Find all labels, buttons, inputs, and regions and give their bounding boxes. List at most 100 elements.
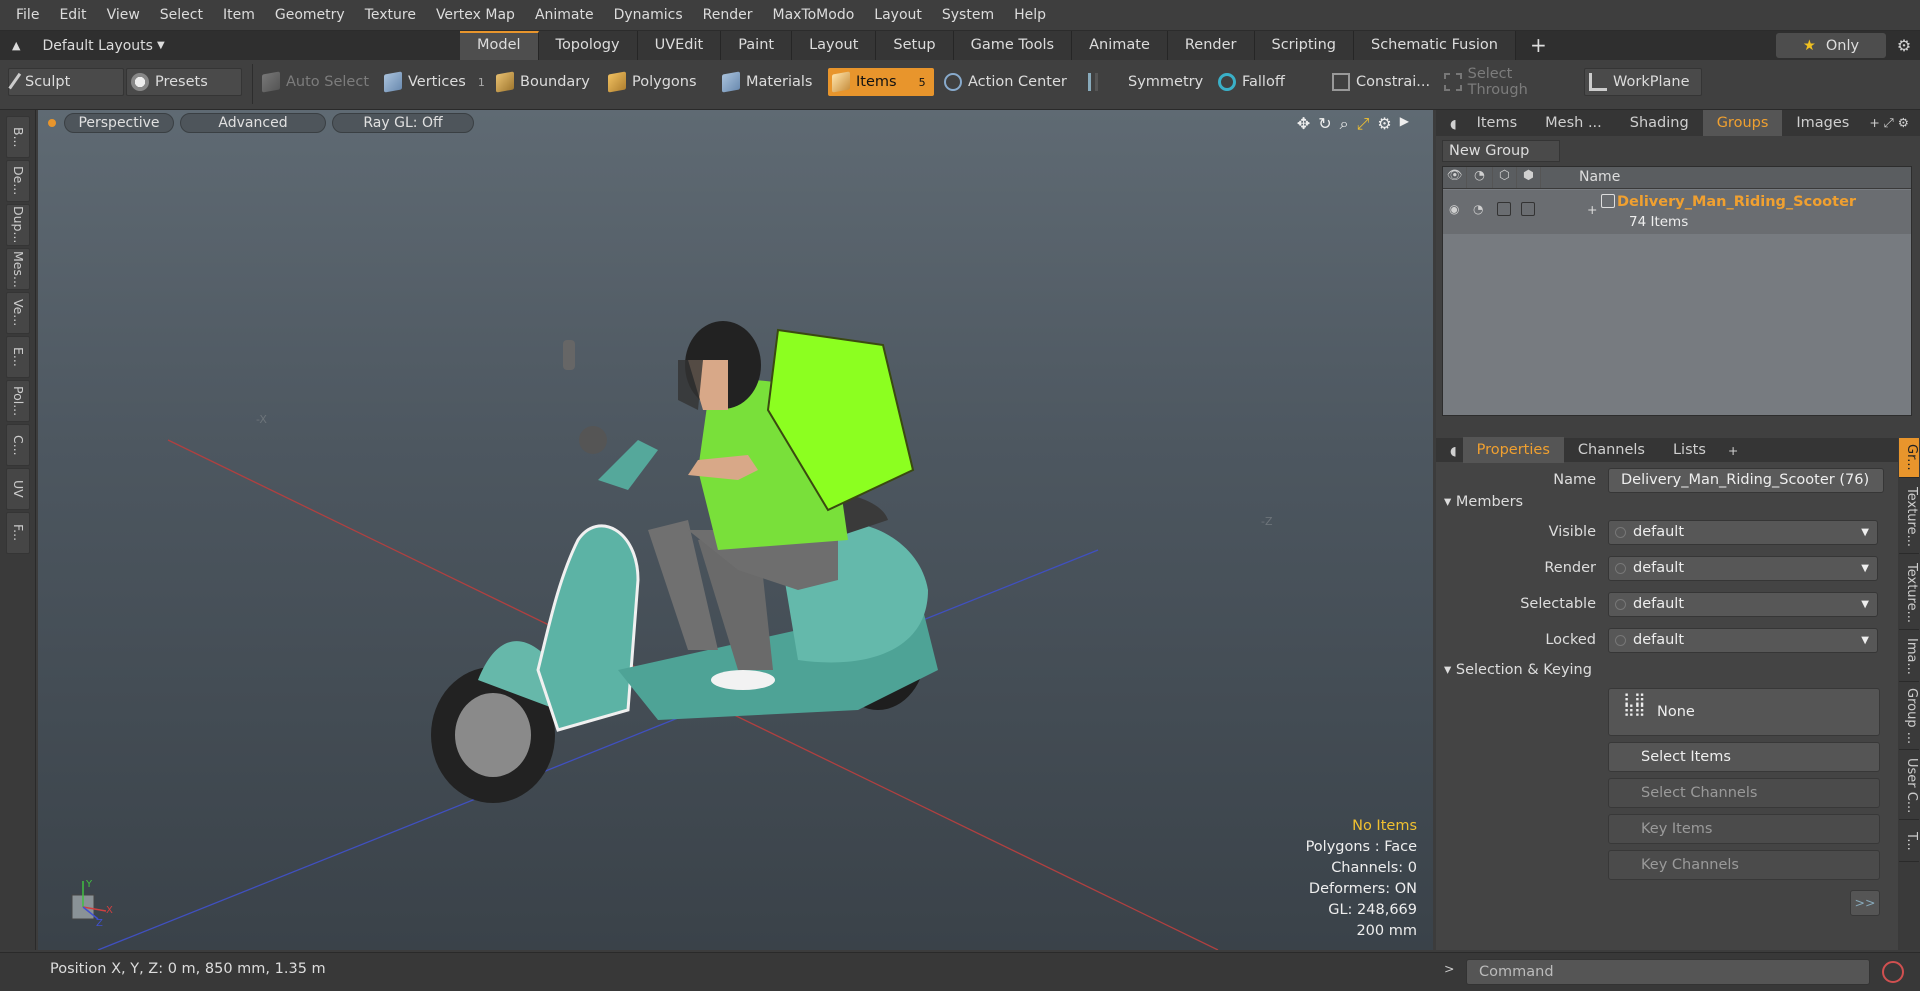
key-items-button[interactable]: Key Items [1608,814,1880,844]
members-section[interactable]: ▾ Members [1444,494,1523,510]
new-group-button[interactable]: New Group [1442,140,1560,162]
items-button[interactable]: Items 5 [828,68,934,96]
select-icon[interactable]: ⬡ [1493,167,1517,188]
name-field[interactable]: Delivery_Man_Riding_Scooter (76) [1608,468,1884,493]
left-tool-1[interactable]: De... [6,160,30,202]
menu-animate[interactable]: Animate [525,0,604,31]
side-tab-5[interactable]: User C... [1899,752,1919,820]
groups-tab-0[interactable]: Items [1463,110,1532,136]
more-button[interactable]: >> [1850,890,1880,916]
add-tab-icon[interactable]: + [1728,443,1738,458]
tab-schematic-fusion[interactable]: Schematic Fusion [1353,31,1516,60]
menu-dynamics[interactable]: Dynamics [604,0,693,31]
selection-keying-section[interactable]: ▾ Selection & Keying [1444,662,1592,678]
select-items-button[interactable]: Select Items [1608,742,1880,772]
constraints-button[interactable]: Constrai... [1328,68,1438,96]
group-row[interactable]: ◉ ◔ + Delivery_Man_Riding_Scooter 74 Ite… [1443,190,1911,234]
layouts-dropdown[interactable]: ▲ Default Layouts ▼ [0,31,460,60]
action-center-button[interactable]: Action Center [940,68,1070,96]
auto-select-button[interactable]: Auto Select [258,68,376,96]
left-tool-2[interactable]: Dup... [6,204,30,246]
groups-tab-2[interactable]: Shading [1616,110,1703,136]
row-select-checkbox[interactable] [1497,202,1511,216]
side-tab-0[interactable]: Gr... [1899,438,1919,478]
none-button[interactable]: ⠇⠿ ⠿⠿ None [1608,688,1880,736]
tab-game-tools[interactable]: Game Tools [953,31,1073,60]
visible-select[interactable]: default ▼ [1608,520,1878,545]
tab-model[interactable]: Model [460,31,539,60]
groups-list[interactable]: 👁 ◔ ⬡ ⬢ Name ◉ ◔ + Delivery_Man_Riding_S… [1442,166,1912,416]
menu-geometry[interactable]: Geometry [265,0,355,31]
command-input[interactable]: Command [1466,959,1870,985]
tab-scripting[interactable]: Scripting [1254,31,1354,60]
tab-uvedit[interactable]: UVEdit [637,31,722,60]
menu-help[interactable]: Help [1004,0,1056,31]
left-tool-4[interactable]: Ve... [6,292,30,334]
select-channels-button[interactable]: Select Channels [1608,778,1880,808]
left-tool-6[interactable]: Pol... [6,380,30,422]
key-channels-button[interactable]: Key Channels [1608,850,1880,880]
row-lock-checkbox[interactable] [1521,202,1535,216]
tab-animate[interactable]: Animate [1072,31,1168,60]
tab-topology[interactable]: Topology [538,31,638,60]
properties-tab-2[interactable]: Lists [1659,437,1720,463]
menu-vertex-map[interactable]: Vertex Map [426,0,525,31]
properties-tab-0[interactable]: Properties [1462,437,1564,463]
groups-tab-4[interactable]: Images [1782,110,1863,136]
left-tool-9[interactable]: F... [6,512,30,554]
falloff-button[interactable]: Falloff [1214,68,1324,96]
expand-icon[interactable]: + [1587,202,1597,217]
sculpt-button[interactable]: Sculpt [8,68,124,96]
locked-select[interactable]: default ▼ [1608,628,1878,653]
left-tool-8[interactable]: UV [6,468,30,510]
left-tool-5[interactable]: E... [6,336,30,378]
add-tab-icon[interactable]: + [1516,31,1561,60]
panel-options-icon[interactable]: + ⤢ ⚙ [1869,115,1909,131]
render-icon[interactable]: ◔ [1467,167,1493,188]
tab-layout[interactable]: Layout [792,31,877,60]
render-select[interactable]: default ▼ [1608,556,1878,581]
row-eye-icon[interactable]: ◉ [1449,202,1459,216]
symmetry-button[interactable]: Symmetry [1084,68,1204,96]
menu-edit[interactable]: Edit [49,0,96,31]
left-tool-0[interactable]: B... [6,116,30,158]
menu-item[interactable]: Item [213,0,265,31]
left-tool-3[interactable]: Mes... [6,248,30,290]
lock-icon[interactable]: ⬢ [1517,167,1541,188]
menu-maxtomodo[interactable]: MaxToModo [763,0,865,31]
menu-view[interactable]: View [97,0,150,31]
selectable-select[interactable]: default ▼ [1608,592,1878,617]
menu-select[interactable]: Select [150,0,213,31]
3d-viewport[interactable]: Perspective Advanced Ray GL: Off ✥ ↻ ⌕ ⤢… [38,110,1433,950]
menu-texture[interactable]: Texture [355,0,426,31]
gear-icon[interactable]: ⚙ [1888,31,1920,60]
groups-tab-3[interactable]: Groups [1702,110,1783,136]
menu-file[interactable]: File [6,0,49,31]
eye-icon[interactable]: 👁 [1443,167,1467,188]
menu-layout[interactable]: Layout [864,0,932,31]
tab-render[interactable]: Render [1167,31,1255,60]
side-tab-3[interactable]: Ima... [1899,632,1919,682]
menu-render[interactable]: Render [693,0,763,31]
left-tool-7[interactable]: C... [6,424,30,466]
side-tab-4[interactable]: Group ... [1899,684,1919,750]
presets-button[interactable]: Presets [126,68,242,96]
tab-paint[interactable]: Paint [721,31,793,60]
menu-system[interactable]: System [932,0,1004,31]
boundary-button[interactable]: Boundary [492,68,602,96]
select-through-button[interactable]: Select Through [1440,66,1574,98]
polygons-button[interactable]: Polygons [604,68,708,96]
only-button[interactable]: ★ Only [1776,33,1886,58]
properties-tab-1[interactable]: Channels [1564,437,1659,463]
row-render-icon[interactable]: ◔ [1473,202,1483,216]
collapse-icon[interactable]: ▲ [12,39,20,52]
vertices-button[interactable]: Vertices 1 [380,68,490,96]
groups-tab-1[interactable]: Mesh ... [1531,110,1616,136]
materials-button[interactable]: Materials [718,68,826,96]
side-tab-2[interactable]: Texture... [1899,556,1919,630]
tab-setup[interactable]: Setup [876,31,954,60]
record-icon[interactable] [1882,961,1904,983]
side-tab-1[interactable]: Texture... [1899,480,1919,554]
workplane-button[interactable]: WorkPlane [1584,68,1702,96]
side-tab-6[interactable]: T... [1899,822,1919,862]
